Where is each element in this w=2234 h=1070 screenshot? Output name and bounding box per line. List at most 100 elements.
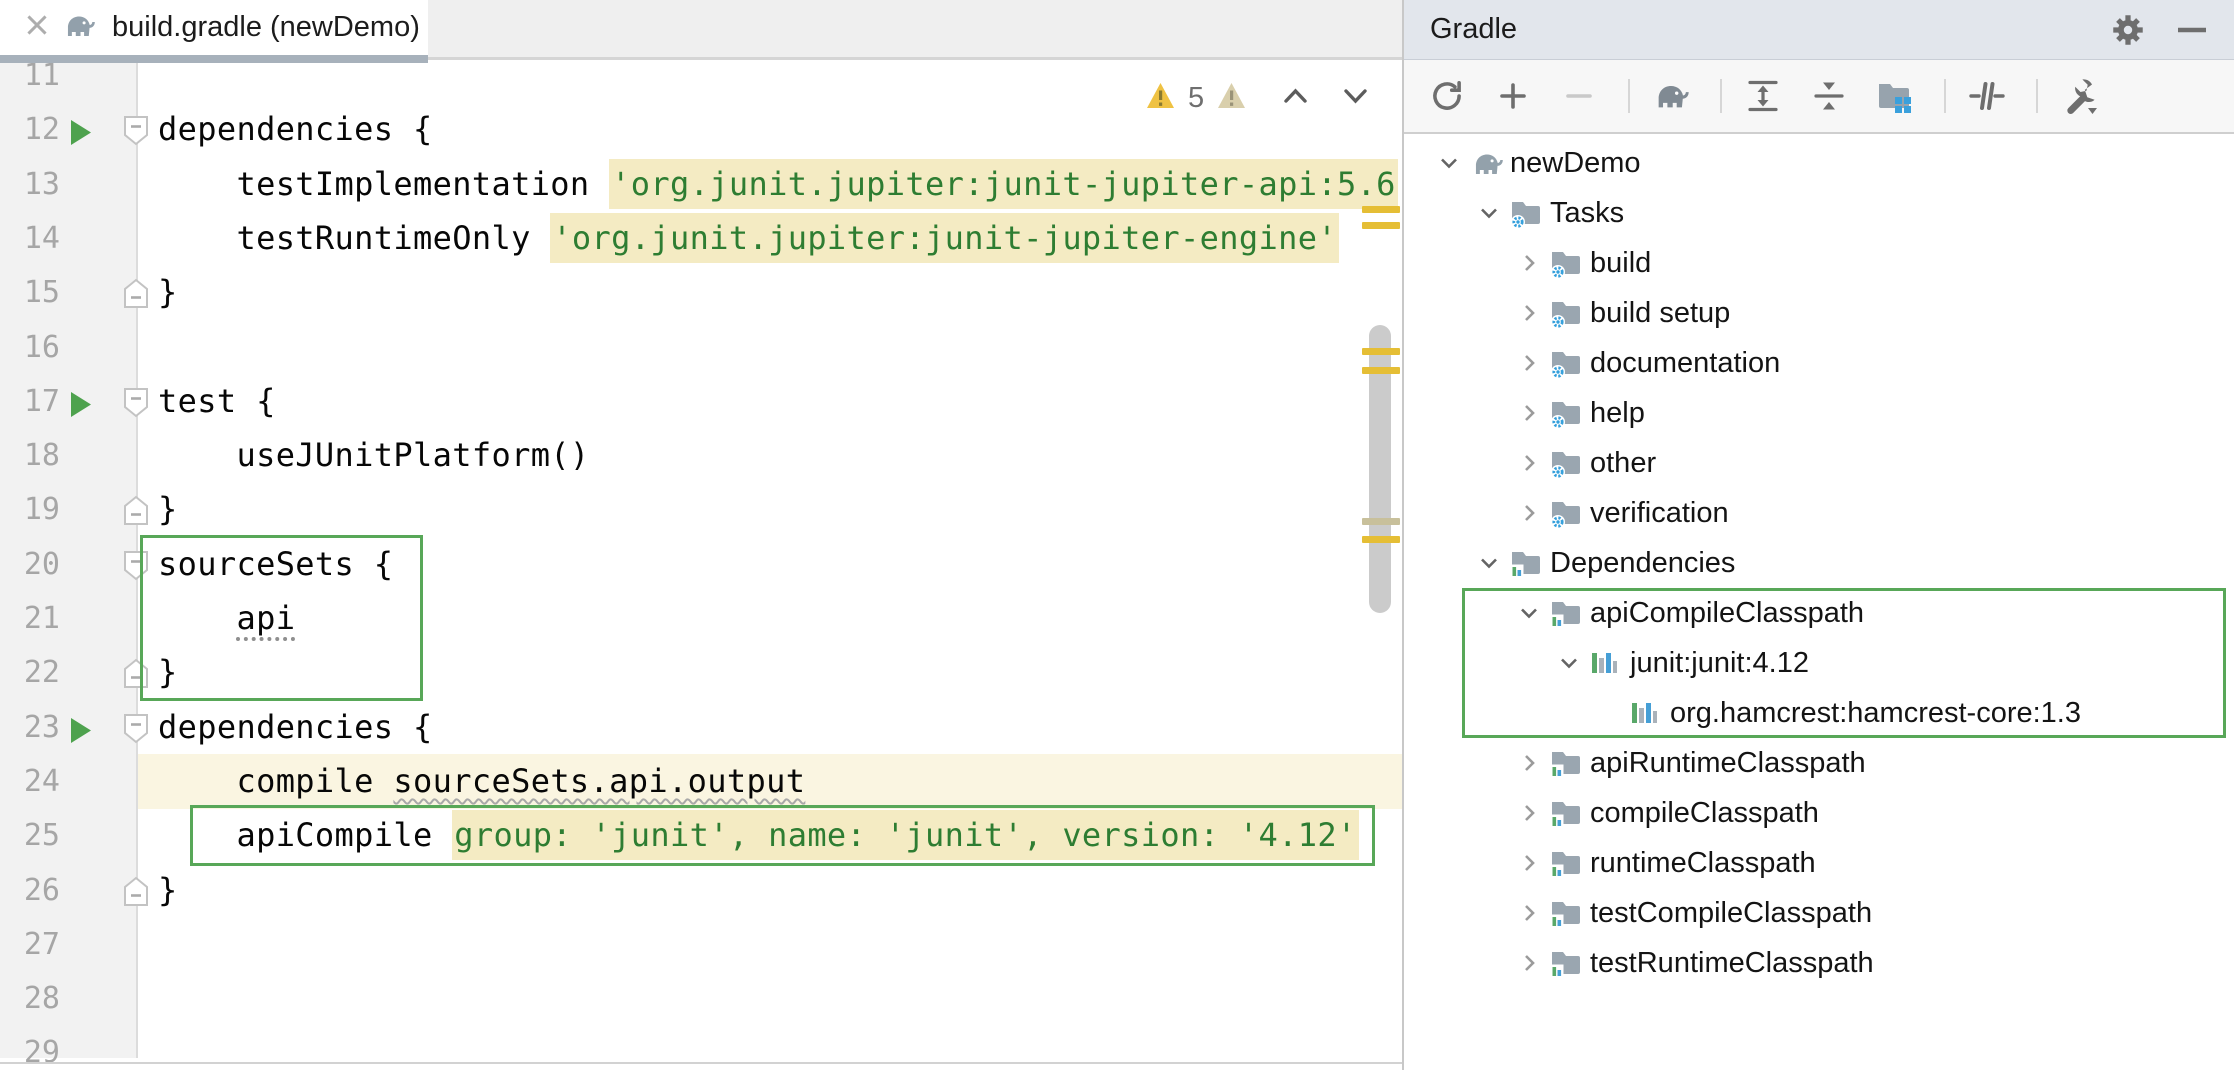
minimize-icon[interactable] (2176, 25, 2208, 35)
code-line-23[interactable]: 23 dependencies { (0, 700, 1402, 755)
tab-title: build.gradle (newDemo) (112, 11, 420, 44)
tab-build-gradle[interactable]: build.gradle (newDemo) (0, 0, 428, 55)
code-text: apiCompile group: 'junit', name: 'junit'… (158, 808, 1359, 863)
tree-item-documentation[interactable]: documentation (1404, 338, 2234, 388)
refresh-icon[interactable] (1424, 73, 1470, 119)
chevron-right-icon[interactable] (1510, 848, 1548, 878)
tree-item-verification[interactable]: verification (1404, 488, 2234, 538)
expand-all-icon[interactable] (1740, 73, 1786, 119)
weak-warning-stripe[interactable] (1362, 518, 1400, 525)
chevron-right-icon[interactable] (1510, 398, 1548, 428)
warning-stripe[interactable] (1362, 206, 1400, 213)
next-chevron-icon[interactable] (1340, 83, 1371, 114)
code-text: } (158, 863, 178, 918)
tree-item-testcompileclasspath[interactable]: testCompileClasspath (1404, 888, 2234, 938)
editor-body[interactable]: 11 12 dependencies { 13 testImplementati… (0, 63, 1402, 1070)
string-literal: 'org.junit.jupiter:junit-jupiter-api:5.6 (609, 159, 1398, 209)
prev-chevron-icon[interactable] (1280, 83, 1311, 114)
code-line-17[interactable]: 17 test { (0, 374, 1402, 429)
chevron-right-icon[interactable] (1510, 348, 1548, 378)
code-text: testImplementation 'org.junit.jupiter:ju… (158, 157, 1398, 212)
chevron-down-icon[interactable] (1470, 198, 1508, 228)
chevron-right-icon[interactable] (1510, 298, 1548, 328)
code-line-14[interactable]: 14 testRuntimeOnly 'org.junit.jupiter:ju… (0, 211, 1402, 266)
gradle-file-icon (60, 8, 98, 47)
tree-item-junit[interactable]: junit:junit:4.12 (1404, 638, 2234, 688)
line-number: 28 (0, 971, 60, 1026)
tree-item-apicompileclasspath[interactable]: apiCompileClasspath (1404, 588, 2234, 638)
chevron-right-icon[interactable] (1510, 748, 1548, 778)
tree-item-apiruntimeclasspath[interactable]: apiRuntimeClasspath (1404, 738, 2234, 788)
chevron-right-icon[interactable] (1510, 498, 1548, 528)
tree-item-label: Tasks (1550, 197, 1624, 230)
tree-item-runtimeclasspath[interactable]: runtimeClasspath (1404, 838, 2234, 888)
close-icon[interactable] (26, 14, 48, 41)
code-line-22[interactable]: 22 } (0, 645, 1402, 700)
chevron-down-icon[interactable] (1470, 548, 1508, 578)
line-number: 12 (0, 102, 60, 157)
gear-icon[interactable] (2108, 10, 2148, 50)
code-text: } (158, 265, 178, 320)
chevron-right-icon[interactable] (1510, 448, 1548, 478)
code-line-13[interactable]: 13 testImplementation 'org.junit.jupiter… (0, 157, 1402, 212)
line-number: 26 (0, 863, 60, 918)
tree-item-dependencies[interactable]: Dependencies (1404, 538, 2234, 588)
run-gradle-task-icon[interactable] (1648, 73, 1694, 119)
chevron-down-icon[interactable] (1510, 598, 1548, 628)
remove-icon[interactable] (1556, 73, 1602, 119)
code-line-21[interactable]: 21 api (0, 591, 1402, 646)
string-literal: 'org.junit.jupiter:junit-jupiter-engine' (550, 213, 1339, 263)
editor-tab-bar: build.gradle (newDemo) (0, 0, 1402, 63)
warning-count: 5 (1188, 82, 1204, 115)
warning-stripe[interactable] (1362, 222, 1400, 229)
line-number: 21 (0, 591, 60, 646)
code-line-27[interactable]: 27 (0, 917, 1402, 972)
tree-item-build[interactable]: build (1404, 238, 2234, 288)
unresolved-reference: api (236, 599, 295, 637)
chevron-down-icon[interactable] (1550, 648, 1588, 678)
warning-stripe[interactable] (1362, 348, 1400, 355)
tree-item-label: junit:junit:4.12 (1630, 647, 1809, 680)
tree-item-tasks[interactable]: Tasks (1404, 188, 2234, 238)
gradle-settings-wrench-icon[interactable] (2056, 73, 2102, 119)
code-text: test { (158, 374, 276, 429)
code-line-28[interactable]: 28 (0, 971, 1402, 1026)
code-line-19[interactable]: 19 } (0, 482, 1402, 537)
editor-bottom-border (0, 1062, 1402, 1064)
chevron-right-icon[interactable] (1510, 948, 1548, 978)
tree-item-hamcrest[interactable]: org.hamcrest:hamcrest-core:1.3 (1404, 688, 2234, 738)
code-line-26[interactable]: 26 } (0, 863, 1402, 918)
line-number: 27 (0, 917, 60, 972)
code-line-16[interactable]: 16 (0, 320, 1402, 375)
dependencies-folder-icon (1548, 795, 1586, 831)
code-line-18[interactable]: 18 useJUnitPlatform() (0, 428, 1402, 483)
warning-stripe[interactable] (1362, 367, 1400, 374)
inspections-widget[interactable]: 5 (1146, 80, 1371, 116)
code-line-15[interactable]: 15 } (0, 265, 1402, 320)
offline-mode-icon[interactable] (1964, 73, 2010, 119)
dependencies-folder-icon (1508, 545, 1546, 581)
chevron-right-icon[interactable] (1510, 898, 1548, 928)
group-tasks-icon[interactable] (1872, 73, 1918, 119)
tree-item-label: build (1590, 247, 1651, 280)
active-tab-underline (0, 55, 428, 63)
tree-item-other[interactable]: other (1404, 438, 2234, 488)
editor-scrollbar[interactable] (1360, 63, 1402, 1058)
collapse-all-icon[interactable] (1806, 73, 1852, 119)
code-text: dependencies { (158, 700, 433, 755)
tree-item-newdemo[interactable]: newDemo (1404, 138, 2234, 188)
chevron-right-icon[interactable] (1510, 248, 1548, 278)
code-line-20[interactable]: 20 sourceSets { (0, 537, 1402, 592)
warning-stripe[interactable] (1362, 536, 1400, 543)
code-line-25[interactable]: 25 apiCompile group: 'junit', name: 'jun… (0, 808, 1402, 863)
add-icon[interactable] (1490, 73, 1536, 119)
tree-item-testruntimeclasspath[interactable]: testRuntimeClasspath (1404, 938, 2234, 988)
tree-item-help[interactable]: help (1404, 388, 2234, 438)
tree-item-build-setup[interactable]: build setup (1404, 288, 2234, 338)
tasks-folder-icon (1548, 495, 1586, 531)
chevron-right-icon[interactable] (1510, 798, 1548, 828)
code-line-24[interactable]: 24 compile sourceSets.api.output (0, 754, 1402, 809)
toolbar-divider (2036, 79, 2038, 113)
chevron-down-icon[interactable] (1430, 148, 1468, 178)
tree-item-compileclasspath[interactable]: compileClasspath (1404, 788, 2234, 838)
